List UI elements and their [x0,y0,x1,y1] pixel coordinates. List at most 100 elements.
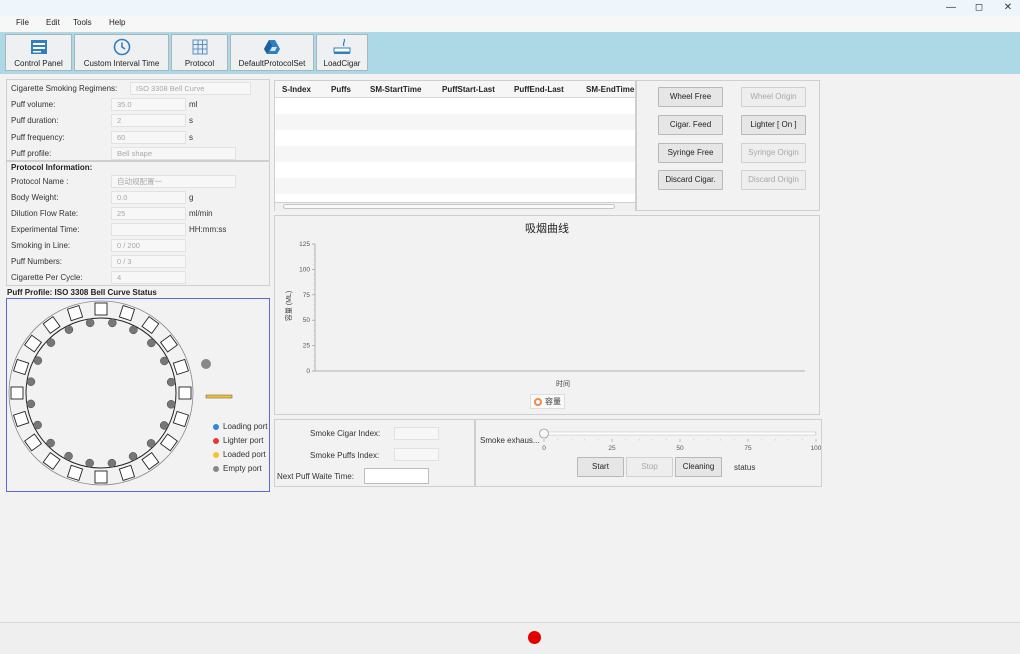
discard-cigar-button[interactable]: Discard Cigar. [658,170,723,190]
minimize-button[interactable]: — [944,1,958,15]
menu-help[interactable]: Help [109,18,125,27]
cigarette-per-cycle-field[interactable]: 4 [111,271,186,284]
y-tick-label: 100 [299,266,310,273]
stop-button[interactable]: Stop [626,457,673,477]
syringe-free-button[interactable]: Syringe Free [658,143,723,163]
series-marker-icon [534,397,542,406]
y-tick-label: 0 [306,368,310,375]
menu-edit[interactable]: Edit [46,18,60,27]
menu-file[interactable]: File [16,18,29,27]
smoke-data-table[interactable]: S-Index Puffs SM-StartTime PuffStart-Las… [274,80,636,211]
wheel-port [118,304,138,335]
scrollbar-thumb[interactable] [283,204,615,209]
control-panel-button[interactable]: Control Panel [5,34,72,71]
puff-duration-label: Puff duration: [11,116,59,125]
legend-lighter-port: Lighter port [213,436,263,445]
col-sm-start-time[interactable]: SM-StartTime [370,85,421,94]
slider-tick-label: 50 [676,445,684,452]
default-protocol-set-button[interactable]: DefaultProtocolSet [230,34,314,71]
legend-loading-port: Loading port [213,422,267,431]
status-bar [0,622,1020,654]
default-protocol-set-label: DefaultProtocolSet [238,59,306,68]
table-row[interactable] [275,98,635,114]
legend-loaded-label: Loaded port [223,450,266,459]
lighter-on-button[interactable]: Lighter [ On ] [741,115,806,135]
dilution-flow-rate-label: Dilution Flow Rate: [11,209,79,218]
col-puffs[interactable]: Puffs [331,85,351,94]
col-s-index[interactable]: S-Index [282,85,311,94]
regimen-panel: Cigarette Smoking Regimens: ISO 3308 Bel… [6,79,270,161]
col-puff-start-last[interactable]: PuffStart-Last [442,85,495,94]
y-tick-label: 25 [303,343,311,350]
slider-tick-label: 0 [542,445,546,452]
control-buttons-panel: Wheel Free Wheel Origin Cigar. Feed Ligh… [636,80,820,211]
empty-port-dot [213,465,219,472]
dilution-flow-rate-field[interactable]: 25 [111,207,186,220]
cigar-icon [317,38,367,56]
close-button[interactable]: ✕ [1001,1,1015,15]
regimens-field[interactable]: ISO 3308 Bell Curve [130,82,251,95]
loaded-port-dot [213,451,219,458]
slider-knob[interactable] [539,428,549,439]
carousel-status-panel: Loading port Lighter port Loaded port Em… [6,298,270,492]
y-tick-label: 75 [303,292,311,299]
puff-frequency-field[interactable]: 60 [111,131,186,144]
col-puff-end-last[interactable]: PuffEnd-Last [514,85,564,94]
slider-track[interactable] [543,431,817,436]
chart-legend[interactable]: 容量 [530,394,565,409]
experimental-time-field[interactable] [111,223,186,236]
menu-bar: File Edit Tools Help [0,16,1020,32]
puff-duration-unit: s [189,116,193,125]
control-panel-label: Control Panel [14,59,63,68]
wheel-free-button[interactable]: Wheel Free [658,87,723,107]
protocol-info-title: Protocol Information: [11,163,93,172]
start-button[interactable]: Start [577,457,624,477]
puff-volume-field[interactable]: 35.0 [111,98,186,111]
protocol-button[interactable]: Protocol [171,34,228,71]
puff-duration-field[interactable]: 2 [111,114,186,127]
smoking-in-line-field[interactable]: 0 / 200 [111,239,186,252]
custom-interval-time-button[interactable]: Custom Interval Time [74,34,169,71]
syringe-origin-button[interactable]: Syringe Origin [741,143,806,163]
cigar-index-panel: Smoke Cigar Index: Smoke Puffs Index: Ne… [274,419,475,487]
smoke-puffs-index-label: Smoke Puffs Index: [310,451,380,460]
smoke-puffs-index-field[interactable] [394,448,439,461]
lighter-arm [205,394,233,399]
cleaning-button[interactable]: Cleaning [675,457,722,477]
protocol-name-field[interactable]: 自动规配置一 [111,175,236,188]
protocol-panel: Protocol Information: Protocol Name : 自动… [6,161,270,286]
smoke-exhaust-label: Smoke exhaus... [480,436,540,445]
next-puff-wait-time-field[interactable] [364,468,429,484]
menu-tools[interactable]: Tools [73,18,92,27]
cigar-feed-button[interactable]: Cigar. Feed [658,115,723,135]
y-tick-label: 50 [303,317,311,324]
load-cigar-button[interactable]: LoadCigar [316,34,368,71]
cigarette-per-cycle-label: Cigarette Per Cycle: [11,273,83,282]
puff-numbers-field[interactable]: 0 / 3 [111,255,186,268]
chart-title: 吸烟曲线 [525,221,569,235]
wheel-port [94,302,117,328]
body-weight-field[interactable]: 0.0 [111,191,186,204]
wheel-port [64,451,84,482]
puff-profile-field[interactable]: Bell shape [111,147,236,160]
table-row[interactable] [275,130,635,146]
puff-profile-status-title: Puff Profile: ISO 3308 Bell Curve Status [7,288,157,297]
col-sm-end-time[interactable]: SM-EndTime [586,85,634,94]
table-horizontal-scrollbar[interactable] [275,202,635,211]
protocol-name-label: Protocol Name : [11,177,69,186]
discard-origin-button[interactable]: Discard Origin [741,170,806,190]
smoke-cigar-index-field[interactable] [394,427,439,440]
table-row[interactable] [275,194,635,202]
smoking-in-line-label: Smoking in Line: [11,241,71,250]
legend-loaded-port: Loaded port [213,450,266,459]
lighter-port-dot [213,437,219,444]
legend-empty-label: Empty port [223,464,262,473]
regimens-label: Cigarette Smoking Regimens: [11,84,118,93]
table-row[interactable] [275,162,635,178]
maximize-button[interactable]: ◻ [972,1,986,15]
wheel-port [159,410,190,430]
empty-port-indicator [201,359,211,369]
wheel-origin-button[interactable]: Wheel Origin [741,87,806,107]
custom-interval-time-label: Custom Interval Time [83,59,160,68]
dilution-flow-rate-unit: ml/min [189,209,213,218]
